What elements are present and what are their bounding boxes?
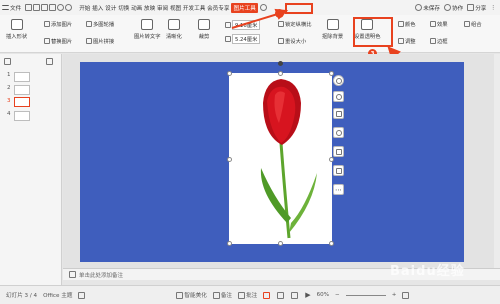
- view-reading-button[interactable]: [291, 291, 299, 299]
- notes-placeholder: 单击此处添加备注: [79, 272, 124, 279]
- text-extract-icon: [335, 148, 342, 155]
- resize-handle-tr[interactable]: [329, 71, 334, 76]
- beautify-label: 智能美化: [184, 293, 207, 299]
- tulip-stem: [279, 142, 291, 239]
- shield-icon: [78, 291, 86, 299]
- view-sorter-button[interactable]: [277, 291, 285, 299]
- ocr-tool-button[interactable]: [333, 146, 344, 157]
- collapse-panel-icon[interactable]: [46, 58, 53, 65]
- play-button[interactable]: ▶: [305, 291, 310, 299]
- status-bar: 幻灯片 3 / 4 Office 主题 智能美化 备注 批注 ▶ 60% − +: [0, 285, 500, 304]
- more-tools-button[interactable]: ⋯: [333, 184, 344, 195]
- grid-view-icon: [277, 291, 285, 299]
- notes-toggle-icon: [212, 291, 220, 299]
- crop-tool-button[interactable]: [333, 108, 344, 119]
- zoom-icon: [335, 93, 342, 100]
- tulip-leaf-right: [289, 173, 317, 233]
- layout-tool-button[interactable]: [333, 165, 344, 176]
- resize-handle-bl[interactable]: [227, 241, 232, 246]
- zoom-in-button[interactable]: +: [392, 292, 397, 298]
- zoom-slider[interactable]: [345, 294, 386, 296]
- slide-counter: 幻灯片 3 / 4: [6, 293, 38, 299]
- shield-indicator[interactable]: [78, 291, 86, 299]
- notes-icon: [69, 271, 76, 278]
- annotate-label: 批注: [246, 293, 258, 299]
- view-normal-button[interactable]: [263, 291, 271, 299]
- resize-handle-br[interactable]: [329, 241, 334, 246]
- fit-window-button[interactable]: [402, 291, 410, 299]
- zoom-tool-button[interactable]: [333, 91, 344, 102]
- notes-toggle[interactable]: 备注: [212, 291, 233, 299]
- tulip-illustration: [260, 79, 317, 239]
- fit-window-icon: [402, 291, 410, 299]
- notes-toggle-label: 备注: [220, 293, 233, 299]
- slide-number-3: 3: [7, 98, 11, 104]
- slide-thumbnail-3[interactable]: [14, 97, 30, 107]
- beautify-icon: [176, 291, 184, 299]
- normal-view-icon: [263, 291, 271, 299]
- theme-name: Office 主题: [43, 293, 73, 299]
- slide-number-4: 4: [7, 111, 11, 117]
- resize-handle-tc[interactable]: [278, 71, 283, 76]
- resize-handle-mr[interactable]: [329, 157, 334, 162]
- style-tool-button[interactable]: [333, 127, 344, 138]
- bulb-icon: [335, 129, 342, 136]
- slide-thumbnail-1[interactable]: [14, 72, 30, 82]
- resize-handle-ml[interactable]: [227, 157, 232, 162]
- crop-icon: [335, 110, 342, 117]
- beautify-button[interactable]: 智能美化: [176, 291, 207, 299]
- slide-thumbnail-panel: 1 2 3 4: [0, 54, 62, 285]
- resize-handle-tl[interactable]: [227, 71, 232, 76]
- annotate-toggle[interactable]: 批注: [238, 291, 257, 299]
- zoom-level[interactable]: 60%: [317, 292, 329, 298]
- layout-icon: [335, 167, 342, 174]
- resize-handle-bc[interactable]: [278, 241, 283, 246]
- ellipsis-icon: ⋯: [335, 185, 342, 194]
- arrow-to-picture-tools: [231, 8, 289, 29]
- zoom-out-button[interactable]: −: [335, 292, 340, 298]
- slide-thumbnail-2[interactable]: [14, 85, 30, 95]
- slide-thumbnail-4[interactable]: [14, 111, 30, 121]
- play-icon: ▶: [305, 291, 311, 299]
- vertical-scrollbar[interactable]: [494, 54, 500, 268]
- zoom-slider-track: [345, 294, 386, 296]
- collapse-tools-button[interactable]: [333, 75, 344, 86]
- comment-icon: [238, 291, 246, 299]
- minus-icon: [335, 77, 342, 84]
- slide-number-1: 1: [7, 72, 11, 78]
- watermark: Baidu经验: [390, 264, 465, 279]
- slide-number-2: 2: [7, 85, 11, 91]
- reading-view-icon: [291, 291, 299, 299]
- tulip-picture[interactable]: [229, 73, 332, 244]
- list-view-icon[interactable]: [4, 58, 11, 65]
- rotate-handle[interactable]: [278, 61, 283, 66]
